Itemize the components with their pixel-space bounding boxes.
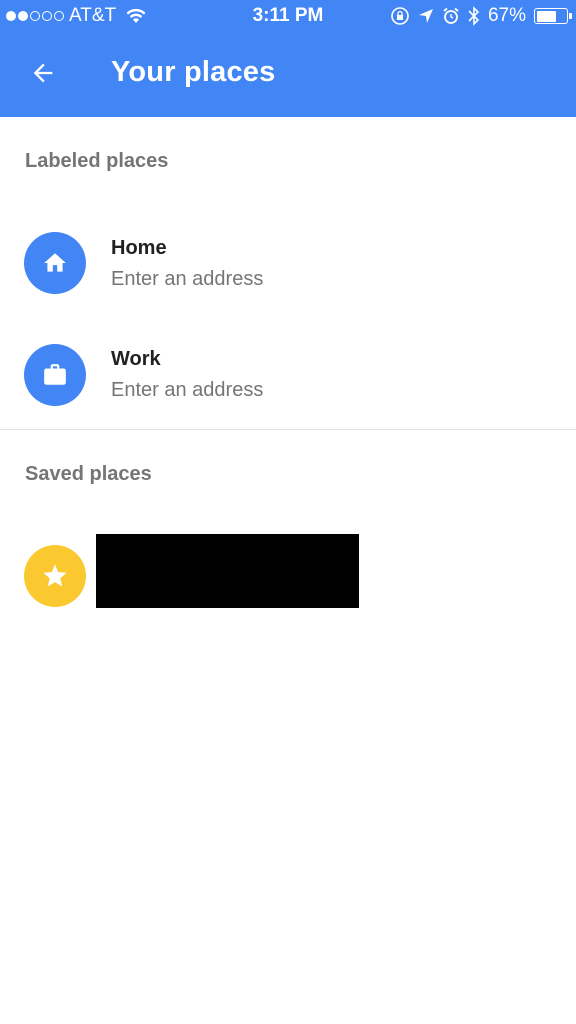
saved-place-avatar: [24, 545, 86, 607]
home-title: Home: [111, 237, 167, 259]
home-place-row[interactable]: Home Enter an address: [0, 212, 576, 312]
briefcase-icon: [42, 362, 68, 388]
top-app-bar: AT&T 3:11 PM 67% Your places: [0, 0, 576, 117]
status-right: 67%: [390, 4, 572, 28]
status-bar: AT&T 3:11 PM 67%: [0, 0, 576, 32]
rotation-lock-icon: [390, 6, 410, 26]
back-button[interactable]: [22, 52, 64, 94]
work-subtitle: Enter an address: [111, 379, 264, 401]
app-bar: Your places: [0, 32, 576, 117]
arrow-back-icon: [29, 59, 57, 87]
star-icon: [41, 562, 69, 590]
page-title: Your places: [111, 56, 276, 88]
battery-percent: 67%: [487, 5, 526, 26]
home-icon: [42, 250, 68, 276]
work-place-row[interactable]: Work Enter an address: [0, 323, 576, 423]
work-title: Work: [111, 348, 161, 370]
section-divider: [0, 429, 576, 430]
location-arrow-icon: [418, 8, 434, 24]
saved-places-heading: Saved places: [25, 463, 152, 485]
work-avatar: [24, 344, 86, 406]
home-subtitle: Enter an address: [111, 268, 264, 290]
battery-icon: [534, 8, 572, 24]
bluetooth-icon: [468, 6, 480, 26]
labeled-places-heading: Labeled places: [25, 150, 169, 172]
battery-fill: [536, 10, 556, 22]
battery-nub: [569, 13, 572, 19]
home-avatar: [24, 232, 86, 294]
redacted-place-name: [96, 534, 359, 608]
alarm-icon: [442, 7, 460, 25]
